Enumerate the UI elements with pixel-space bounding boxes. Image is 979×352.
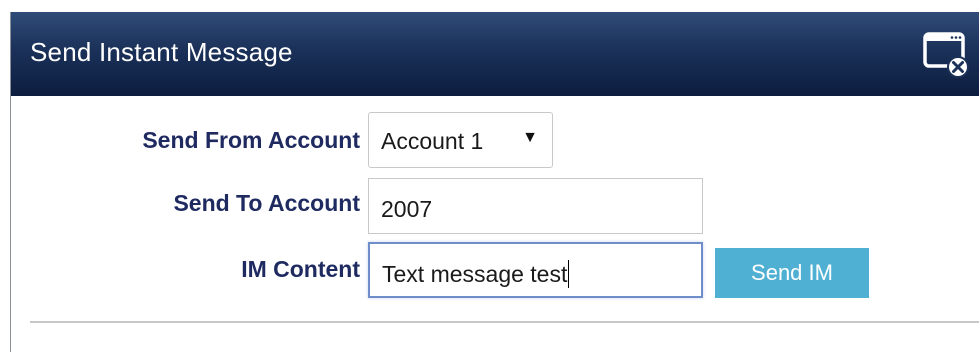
send-from-label: Send From Account	[142, 127, 360, 153]
send-to-value: 2007	[381, 196, 433, 222]
im-content-input[interactable]: Text message test	[368, 242, 703, 298]
page: Send Instant Message Send From Account A…	[0, 0, 979, 352]
close-window-icon[interactable]	[922, 28, 970, 80]
send-im-button[interactable]: Send IM	[715, 248, 869, 298]
divider	[30, 321, 979, 323]
send-to-account-input[interactable]: 2007	[368, 178, 703, 234]
send-to-label: Send To Account	[173, 190, 360, 216]
im-content-text: Text message test	[382, 261, 568, 287]
send-from-selected-value: Account 1	[381, 128, 484, 154]
dialog-title: Send Instant Message	[30, 37, 293, 67]
im-content-label: IM Content	[241, 256, 360, 282]
send-from-account-select[interactable]: Account 1 ▼	[368, 112, 553, 168]
text-caret	[568, 260, 570, 288]
send-im-dialog: Send Instant Message Send From Account A…	[10, 12, 979, 352]
page-top-strip	[0, 0, 979, 12]
im-content-value: Text message test	[382, 260, 570, 288]
dialog-titlebar: Send Instant Message	[11, 12, 979, 96]
chevron-down-icon: ▼	[522, 129, 538, 146]
